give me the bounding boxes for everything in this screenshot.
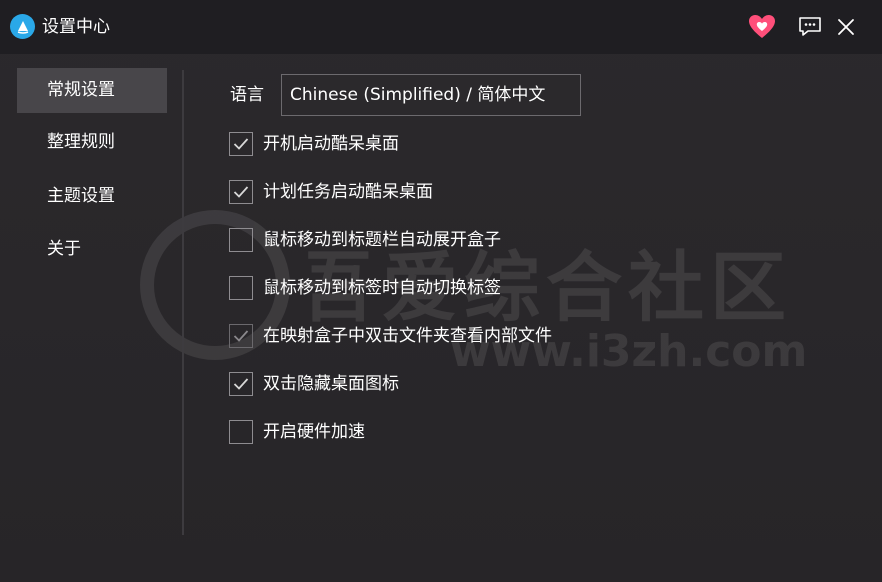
map-box-open-folder-label: 在映射盒子中双击文件夹查看内部文件 <box>263 326 552 346</box>
close-icon <box>838 19 854 35</box>
heart-icon <box>749 15 775 38</box>
option-row-map-box-open-folder[interactable]: 在映射盒子中双击文件夹查看内部文件 <box>229 323 552 349</box>
hardware-accel-checkbox[interactable] <box>229 420 253 444</box>
tab-switch-label: 鼠标移动到标签时自动切换标签 <box>263 278 501 298</box>
language-select[interactable]: Chinese (Simplified) / 简体中文 <box>281 74 581 116</box>
tab-switch-checkbox[interactable] <box>229 276 253 300</box>
sidebar-item-about[interactable]: 关于 <box>17 227 167 272</box>
check-icon <box>233 378 249 390</box>
language-label: 语言 <box>230 85 264 105</box>
option-row-titlebar-expand[interactable]: 鼠标移动到标题栏自动展开盒子 <box>229 227 501 253</box>
window-title: 设置中心 <box>42 17 110 37</box>
sidebar-divider <box>182 70 184 535</box>
option-row-autostart[interactable]: 开机启动酷呆桌面 <box>229 131 399 157</box>
hardware-accel-label: 开启硬件加速 <box>263 422 365 442</box>
settings-window: 吾爱综合社区 www.i3zh.com 设置中心 常规设置 整理规则 主题设置 … <box>0 0 882 582</box>
titlebar-expand-label: 鼠标移动到标题栏自动展开盒子 <box>263 230 501 250</box>
autostart-checkbox[interactable] <box>229 132 253 156</box>
option-row-hardware-accel[interactable]: 开启硬件加速 <box>229 419 365 445</box>
close-button[interactable] <box>832 13 860 41</box>
feedback-icon <box>799 17 821 36</box>
check-icon <box>233 138 249 150</box>
autostart-label: 开机启动酷呆桌面 <box>263 134 399 154</box>
check-icon <box>233 186 249 198</box>
map-box-open-folder-checkbox[interactable] <box>229 324 253 348</box>
scheduled-task-label: 计划任务启动酷呆桌面 <box>263 182 433 202</box>
sidebar-item-rules[interactable]: 整理规则 <box>17 120 167 165</box>
check-icon <box>233 330 249 342</box>
option-row-scheduled-task[interactable]: 计划任务启动酷呆桌面 <box>229 179 433 205</box>
scheduled-task-checkbox[interactable] <box>229 180 253 204</box>
sidebar-item-theme[interactable]: 主题设置 <box>17 174 167 219</box>
sidebar-item-general[interactable]: 常规设置 <box>17 68 167 113</box>
option-row-tab-switch[interactable]: 鼠标移动到标签时自动切换标签 <box>229 275 501 301</box>
titlebar-expand-checkbox[interactable] <box>229 228 253 252</box>
option-row-hide-desktop-icons[interactable]: 双击隐藏桌面图标 <box>229 371 399 397</box>
heart-button[interactable] <box>748 13 776 41</box>
hide-desktop-icons-checkbox[interactable] <box>229 372 253 396</box>
hide-desktop-icons-label: 双击隐藏桌面图标 <box>263 374 399 394</box>
title-bar: 设置中心 <box>0 0 882 54</box>
feedback-button[interactable] <box>796 13 824 41</box>
app-logo-icon <box>10 14 35 39</box>
